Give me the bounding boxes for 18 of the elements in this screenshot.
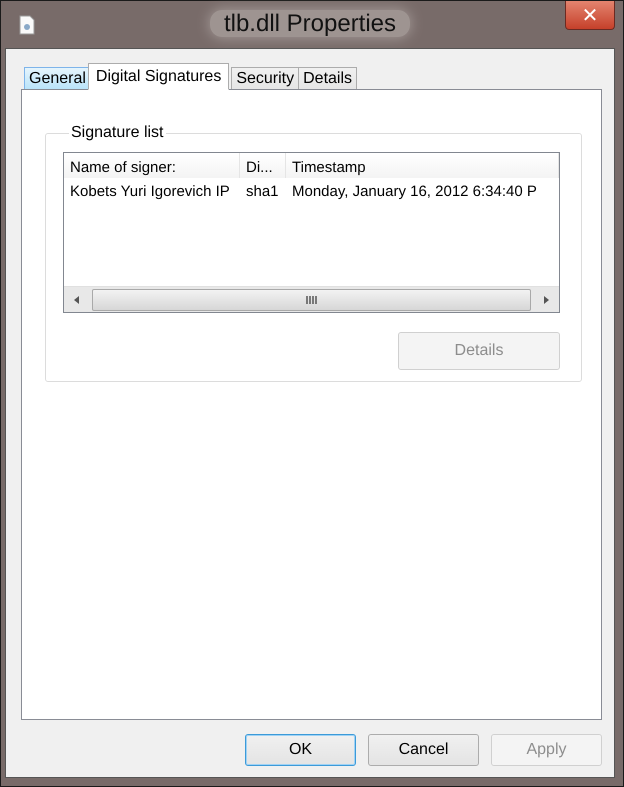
tab[interactable]: General [24, 67, 91, 89]
group-title: Signature list [70, 124, 164, 142]
tab[interactable]: Details [298, 67, 358, 89]
column-header[interactable]: Timestamp [286, 153, 559, 178]
column-header[interactable]: Di... [240, 153, 286, 178]
table-cell-text: Monday, January 16, 2012 6:34:40 P [291, 182, 538, 200]
window-title: tlb.dll Properties [210, 10, 410, 37]
close-button[interactable]: ✕ [565, 1, 615, 30]
table-cell-text: Kobets Yuri Igorevich IP [69, 182, 231, 200]
horizontal-scrollbar[interactable] [64, 286, 559, 312]
tab[interactable]: Security [231, 67, 300, 89]
ok-button[interactable]: OK [245, 734, 356, 766]
column-header[interactable]: Name of signer: [64, 153, 240, 178]
tab[interactable]: Digital Signatures [88, 63, 230, 90]
scroll-thumb[interactable] [92, 288, 531, 310]
cancel-button[interactable]: Cancel [368, 734, 479, 766]
file-icon [19, 14, 35, 34]
table-cell-text: sha1 [245, 182, 280, 200]
